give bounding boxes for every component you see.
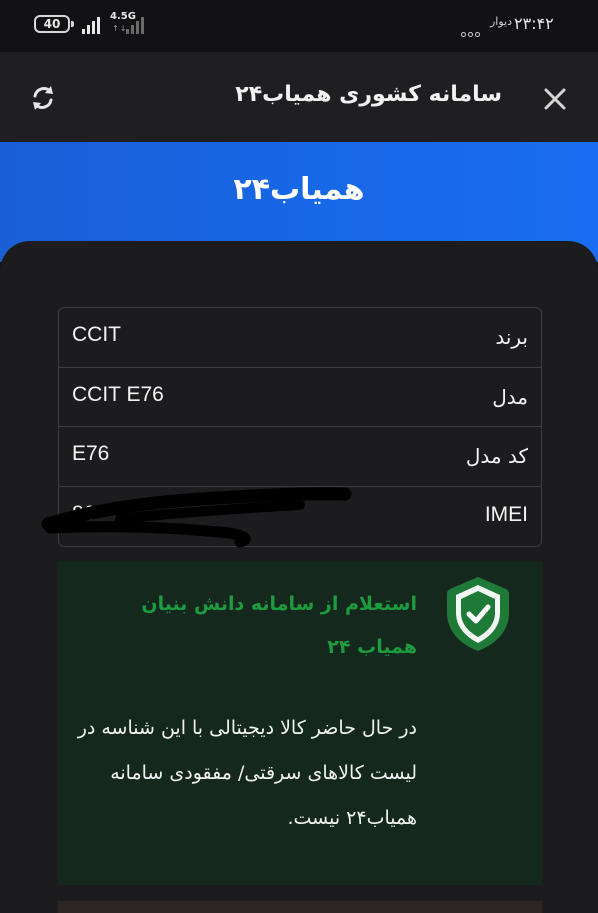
close-icon[interactable] xyxy=(541,85,569,113)
result-message: در حال حاضر کالا دیجیتالی با این شناسه د… xyxy=(77,717,417,829)
clock: ۲۳:۴۲ xyxy=(514,14,554,33)
battery-level: 40 xyxy=(43,17,61,31)
more-notifications-icon xyxy=(461,22,483,37)
app-bar: سامانه کشوری همیاب۲۴ xyxy=(0,52,598,142)
inquiry-result-box: استعلام از سامانه دانش بنیان همیاب ۲۴ در… xyxy=(58,561,542,885)
refresh-icon[interactable] xyxy=(28,83,58,113)
redaction-scribble xyxy=(41,487,352,548)
hero-title: همیاب۲۴ xyxy=(233,172,365,207)
signal-icon xyxy=(82,16,106,34)
battery-icon: 40 xyxy=(34,15,74,33)
result-title: استعلام از سامانه دانش بنیان همیاب ۲۴ xyxy=(141,593,417,658)
signal-2-icon xyxy=(126,16,150,34)
status-bar: 40 4.5G ↑↓ دیوار ۲۳:۴۲ xyxy=(0,0,598,52)
app-title: سامانه کشوری همیاب۲۴ xyxy=(235,82,502,107)
shield-check-icon xyxy=(447,577,509,651)
next-section-strip xyxy=(58,901,542,913)
notification-app-label: دیوار xyxy=(490,15,513,28)
content-card: CCIT برند CCIT E76 مدل E76 کد مدل 86 IME… xyxy=(0,241,598,913)
